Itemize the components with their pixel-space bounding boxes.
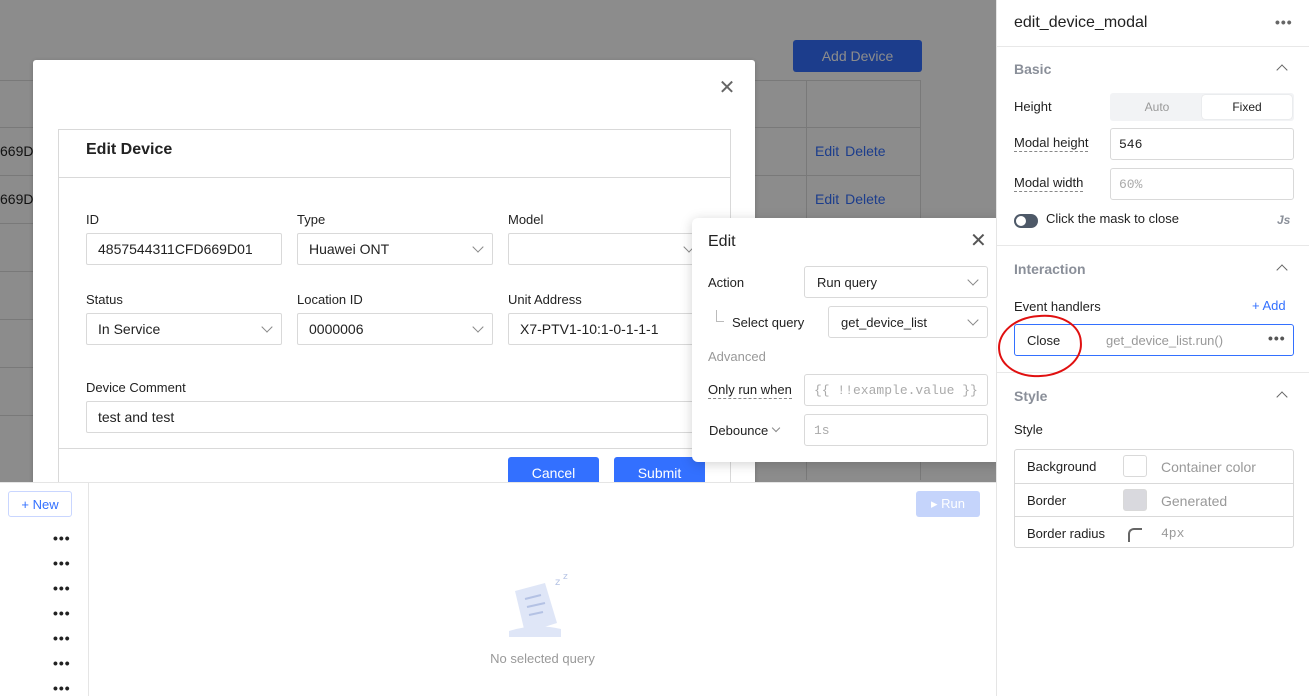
handler-action: get_device_list.run() [1106, 333, 1224, 348]
chevron-down-icon [472, 241, 484, 253]
run-button[interactable]: ▸ Run [916, 491, 980, 517]
style-value: Generated [1161, 493, 1228, 509]
advanced-label: Advanced [708, 349, 766, 364]
comment-field[interactable]: test and test [86, 401, 706, 433]
modal-width-input[interactable]: 60% [1110, 168, 1294, 200]
chevron-down-icon [261, 321, 273, 333]
chevron-up-icon[interactable] [1276, 264, 1288, 276]
style-name: Border [1027, 493, 1067, 508]
divider [997, 245, 1309, 246]
more-icon[interactable]: ••• [1275, 14, 1293, 30]
select-query-value: get_device_list [841, 315, 927, 330]
unit-address-label: Unit Address [508, 292, 582, 307]
submit-button[interactable]: Submit [614, 457, 705, 482]
empty-document-icon: z z [509, 572, 568, 637]
event-handlers-label: Event handlers [1014, 299, 1101, 314]
component-name[interactable]: edit_device_modal [1014, 14, 1147, 32]
tree-connector [716, 310, 724, 322]
section-basic-heading[interactable]: Basic [1014, 61, 1051, 77]
debounce-label[interactable]: Debounce [709, 423, 768, 438]
close-icon[interactable]: ✕ [717, 78, 737, 98]
action-label: Action [708, 275, 745, 290]
chevron-up-icon[interactable] [1276, 64, 1288, 76]
modal-form-container: Edit Device ID 4857544311CFD669D01 Type … [58, 129, 731, 482]
location-select[interactable]: 0000006 [297, 313, 493, 345]
style-value: Container color [1161, 459, 1256, 475]
chevron-down-icon [967, 314, 979, 326]
action-select[interactable]: Run query [804, 266, 988, 298]
style-name: Background [1027, 459, 1097, 474]
divider [59, 177, 730, 178]
model-label: Model [508, 212, 544, 227]
unit-address-field[interactable]: X7-PTV1-10:1-0-1-1-1 [508, 313, 704, 345]
empty-state-text: No selected query [490, 651, 595, 666]
mask-close-label: Click the mask to close [1046, 211, 1179, 226]
more-icon[interactable]: ••• [53, 606, 71, 620]
more-icon[interactable]: ••• [53, 681, 71, 695]
action-value: Run query [817, 275, 877, 290]
height-segmented-control: Auto Fixed [1110, 93, 1294, 121]
style-name: Border radius [1027, 526, 1106, 541]
edit-device-modal: ✕ Edit Device ID 4857544311CFD669D01 Typ… [33, 60, 755, 482]
more-icon[interactable]: ••• [1268, 330, 1286, 346]
type-label: Type [297, 212, 326, 227]
height-label: Height [1014, 99, 1052, 114]
svg-text:z: z [563, 572, 568, 582]
location-label: Location ID [297, 292, 363, 307]
border-radius-icon [1128, 528, 1142, 542]
cancel-button[interactable]: Cancel [508, 457, 599, 482]
only-run-when-label: Only run when [708, 382, 792, 399]
status-label: Status [86, 292, 123, 307]
only-run-when-input[interactable]: {{ !!example.value }} [804, 374, 988, 406]
style-properties: Background Container color Border Genera… [1014, 449, 1294, 548]
style-row-border-radius[interactable]: Border radius 4px [1015, 516, 1293, 549]
model-select[interactable] [508, 233, 704, 265]
modal-width-label: Modal width [1014, 175, 1084, 192]
color-swatch[interactable] [1123, 489, 1147, 511]
debounce-input[interactable]: 1s [804, 414, 988, 446]
modal-title: Edit Device [86, 141, 173, 158]
popover-title: Edit [708, 233, 736, 250]
section-style-heading[interactable]: Style [1014, 388, 1047, 404]
height-option-auto[interactable]: Auto [1112, 95, 1202, 119]
section-interaction-heading[interactable]: Interaction [1014, 261, 1086, 277]
mask-close-toggle[interactable] [1014, 214, 1038, 228]
divider [59, 448, 730, 449]
id-field[interactable]: 4857544311CFD669D01 [86, 233, 282, 265]
chevron-down-icon [771, 423, 781, 433]
close-icon[interactable]: ✕ [970, 231, 987, 251]
style-sub-label: Style [1014, 422, 1043, 437]
event-handler-edit-popover: Edit ✕ Action Run query Select query get… [692, 218, 1004, 462]
id-label: ID [86, 212, 99, 227]
query-panel: + New ••• ••• ••• ••• ••• ••• ••• ▸ Run … [0, 482, 996, 696]
modal-height-input[interactable]: 546 [1110, 128, 1294, 160]
divider [997, 46, 1309, 47]
color-swatch[interactable] [1123, 455, 1147, 477]
type-value: Huawei ONT [309, 241, 390, 257]
style-row-background[interactable]: Background Container color [1015, 450, 1293, 483]
location-value: 0000006 [309, 321, 364, 337]
chevron-down-icon [472, 321, 484, 333]
chevron-down-icon [967, 274, 979, 286]
comment-label: Device Comment [86, 380, 186, 395]
more-icon[interactable]: ••• [53, 531, 71, 545]
type-select[interactable]: Huawei ONT [297, 233, 493, 265]
height-option-fixed[interactable]: Fixed [1202, 95, 1292, 119]
new-query-button[interactable]: + New [8, 491, 72, 517]
status-select[interactable]: In Service [86, 313, 282, 345]
svg-text:z: z [555, 577, 560, 588]
more-icon[interactable]: ••• [53, 631, 71, 645]
select-query-select[interactable]: get_device_list [828, 306, 988, 338]
more-icon[interactable]: ••• [53, 581, 71, 595]
style-value: 4px [1161, 526, 1185, 541]
status-value: In Service [98, 321, 161, 337]
js-icon[interactable]: Js [1277, 213, 1290, 227]
style-row-border[interactable]: Border Generated [1015, 483, 1293, 516]
more-icon[interactable]: ••• [53, 556, 71, 570]
select-query-label: Select query [732, 315, 805, 330]
add-handler-button[interactable]: + Add [1252, 298, 1286, 313]
chevron-up-icon[interactable] [1276, 391, 1288, 403]
modal-height-label: Modal height [1014, 135, 1089, 152]
